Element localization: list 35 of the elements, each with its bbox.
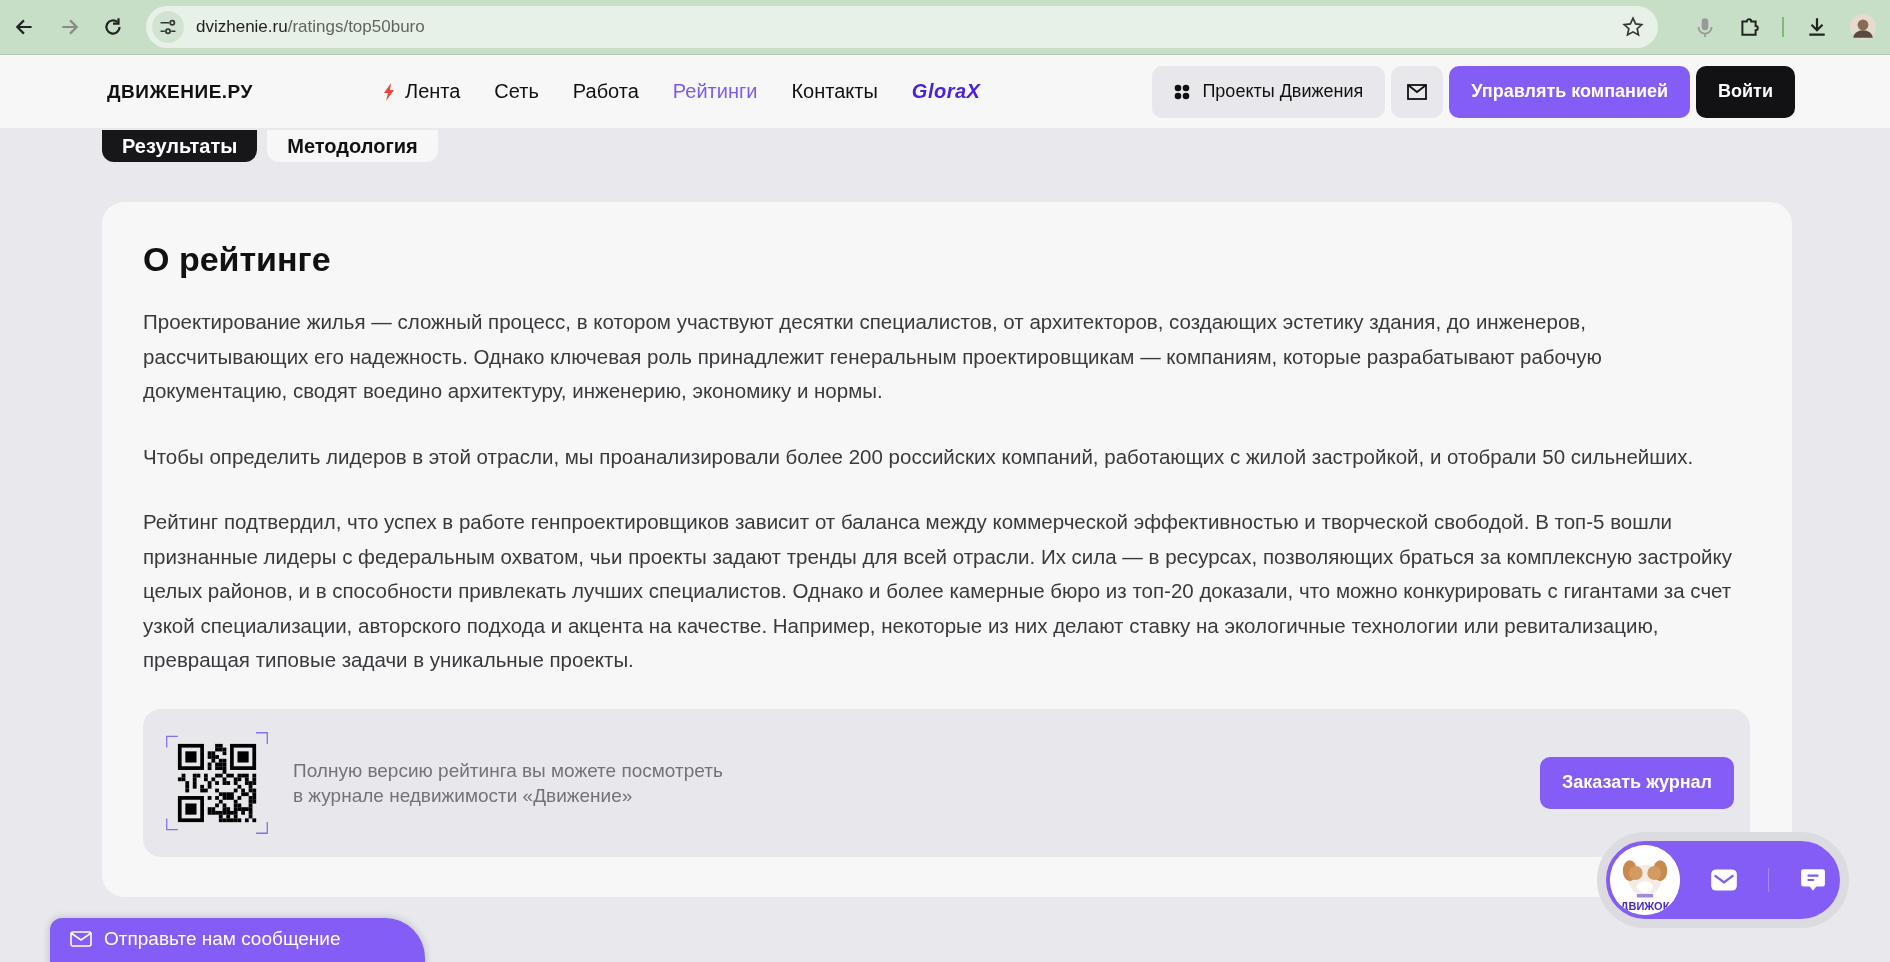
nav-link[interactable]: Работа — [572, 80, 639, 103]
profile-avatar-icon[interactable] — [1850, 14, 1876, 40]
mail-icon — [70, 931, 92, 947]
nav-link[interactable]: Лента — [383, 80, 461, 103]
tab[interactable]: Результаты — [102, 130, 258, 162]
nav-link[interactable]: GloraX — [911, 80, 981, 103]
promo-text: Полную версию рейтинга вы можете посмотреть — [293, 758, 724, 783]
mail-icon — [1407, 83, 1428, 100]
reload-icon[interactable] — [102, 16, 124, 38]
mail-icon[interactable] — [1710, 867, 1738, 893]
feedback-tab[interactable]: Отправьте нам сообщение — [50, 918, 425, 962]
puzzle-icon[interactable] — [1738, 16, 1760, 38]
lightning-icon — [383, 82, 395, 101]
paragraph: Рейтинг подтвердил, что успех в работе генпроектировщиков зависит от баланса между коммерческой эффективностью и творческой свободой. В топ-5 вошли признанные лидеры с федеральным охватом, чьи проекты задают тренды для всей отрасли. Их сила — в ресурсах, позволяющих браться за комплексную застройку целых районов, и в способности привлекать лучших специалистов. Однако и более камерные бюро из топ-20 доказали, что можно конкурировать с гигантами за счет узкой специализации, авторского подхода и акцента на качестве. Например, некоторые из них делают ставку на экологичные технологии или ревитализацию, превращая типовые задачи в уникальные проекты. — [143, 509, 1733, 673]
address-bar[interactable]: dvizhenie.ru/ratings/top50buro — [146, 6, 1658, 48]
site-logo[interactable]: ДВИЖЕНИЕ.РУ — [107, 80, 383, 103]
login-button[interactable]: Войти — [1696, 65, 1795, 118]
promo-text: в журнале недвижимости «Движение» — [293, 783, 634, 808]
section-title: О рейтинге — [143, 240, 332, 279]
nav-link[interactable]: Сеть — [494, 80, 539, 103]
star-icon[interactable] — [1622, 16, 1644, 38]
site-settings-icon[interactable] — [152, 11, 184, 43]
nav-link[interactable]: Контакты — [791, 80, 878, 103]
dots-grid-icon — [1174, 83, 1191, 100]
paragraph: Проектирование жилья — сложный процесс, в котором участвуют десятки специалистов, от архитекторов, создающих эстетику здания, до инженеров, рассчитывающих его надежность. Однако ключевая роль принадлежит генеральным проектировщикам — компаниям, которые разрабатывают рабочую документацию, сводят воедино архитектуру, инженерию, экономику и нормы. — [143, 309, 1603, 404]
chat-bubble-icon[interactable] — [1799, 867, 1827, 893]
projects-button[interactable]: Проекты Движения — [1152, 65, 1386, 118]
order-magazine-button[interactable]: Заказать журнал — [1540, 756, 1734, 809]
tab[interactable]: Методология — [267, 130, 438, 162]
nav-link[interactable]: Рейтинги — [672, 80, 758, 103]
download-icon[interactable] — [1806, 16, 1828, 38]
paragraph: Чтобы определить лидеров в этой отрасли, мы проанализировали более 200 российских компаний, работающих с жилой застройкой, и отобрали 50 сильнейших. — [143, 443, 1695, 470]
url-text: dvizhenie.ru/ratings/top50buro — [196, 17, 426, 37]
manage-company-button[interactable]: Управлять компанией — [1449, 65, 1691, 118]
mail-button[interactable] — [1391, 65, 1444, 118]
